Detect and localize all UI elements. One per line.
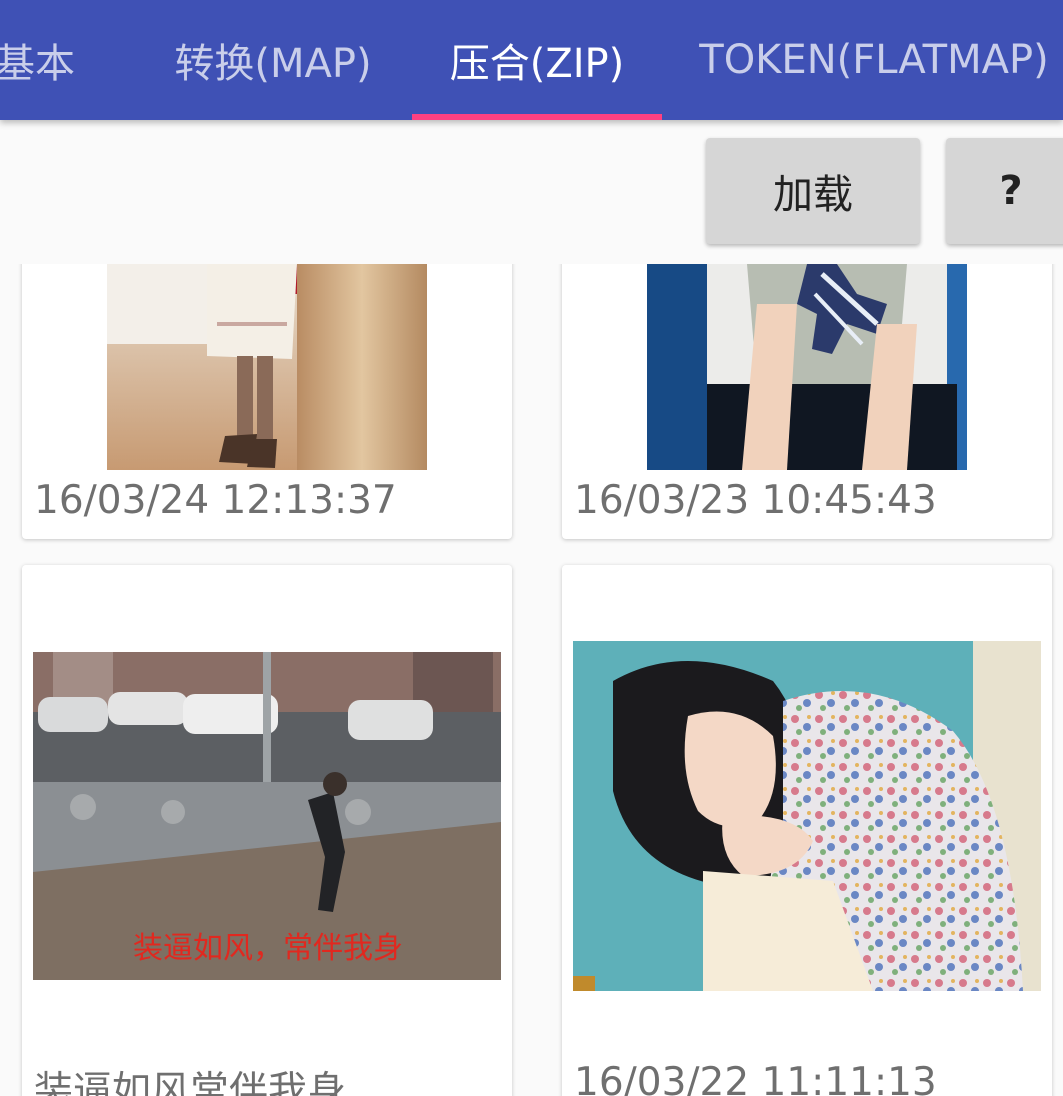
tab-map[interactable]: 转换(MAP) [150,0,396,120]
help-button[interactable]: ? [946,138,1063,244]
image-timestamp: 16/03/22 11:11:13 [574,1060,937,1096]
image-caption: 装逼如风常伴我身 [34,1069,347,1096]
man-on-street-gif: 装逼如风，常伴我身 [33,652,501,980]
tab-zip[interactable]: 压合(ZIP) [412,0,662,120]
tab-indicator [412,114,662,120]
load-button[interactable]: 加载 [706,138,920,244]
image-timestamp: 16/03/23 10:45:43 [574,478,937,523]
app-screen: 基本 转换(MAP) 压合(ZIP) TOKEN(FLATMAP) 加载 ? 1… [0,0,1063,1096]
image-card[interactable]: 装逼如风，常伴我身 装逼如风常伴我身 [22,565,512,1096]
tab-label: 转换(MAP) [174,41,372,87]
tab-label: 压合(ZIP) [449,41,625,87]
tab-basic[interactable]: 基本 [0,0,110,120]
image-card[interactable]: 16/03/22 11:11:13 [562,565,1052,1096]
image-card[interactable]: 16/03/24 12:13:37 [22,264,512,539]
tab-flatmap[interactable]: TOKEN(FLATMAP) [684,0,1063,120]
tab-label: TOKEN(FLATMAP) [699,37,1049,83]
image-card[interactable]: 16/03/23 10:45:43 [562,264,1052,539]
girl-standing-by-tree-photo [107,264,427,470]
girl-in-school-uniform-photo [647,264,967,470]
tab-label: 基本 [0,41,75,87]
image-timestamp: 16/03/24 12:13:37 [34,478,397,523]
girl-in-floral-dress-photo [573,641,1041,991]
image-grid[interactable]: 16/03/24 12:13:37 16/03/23 10:45:43 装逼如风… [0,264,1063,1096]
tab-bar: 基本 转换(MAP) 压合(ZIP) TOKEN(FLATMAP) [0,0,1063,120]
svg-text:装逼如风，常伴我身: 装逼如风，常伴我身 [133,931,403,966]
